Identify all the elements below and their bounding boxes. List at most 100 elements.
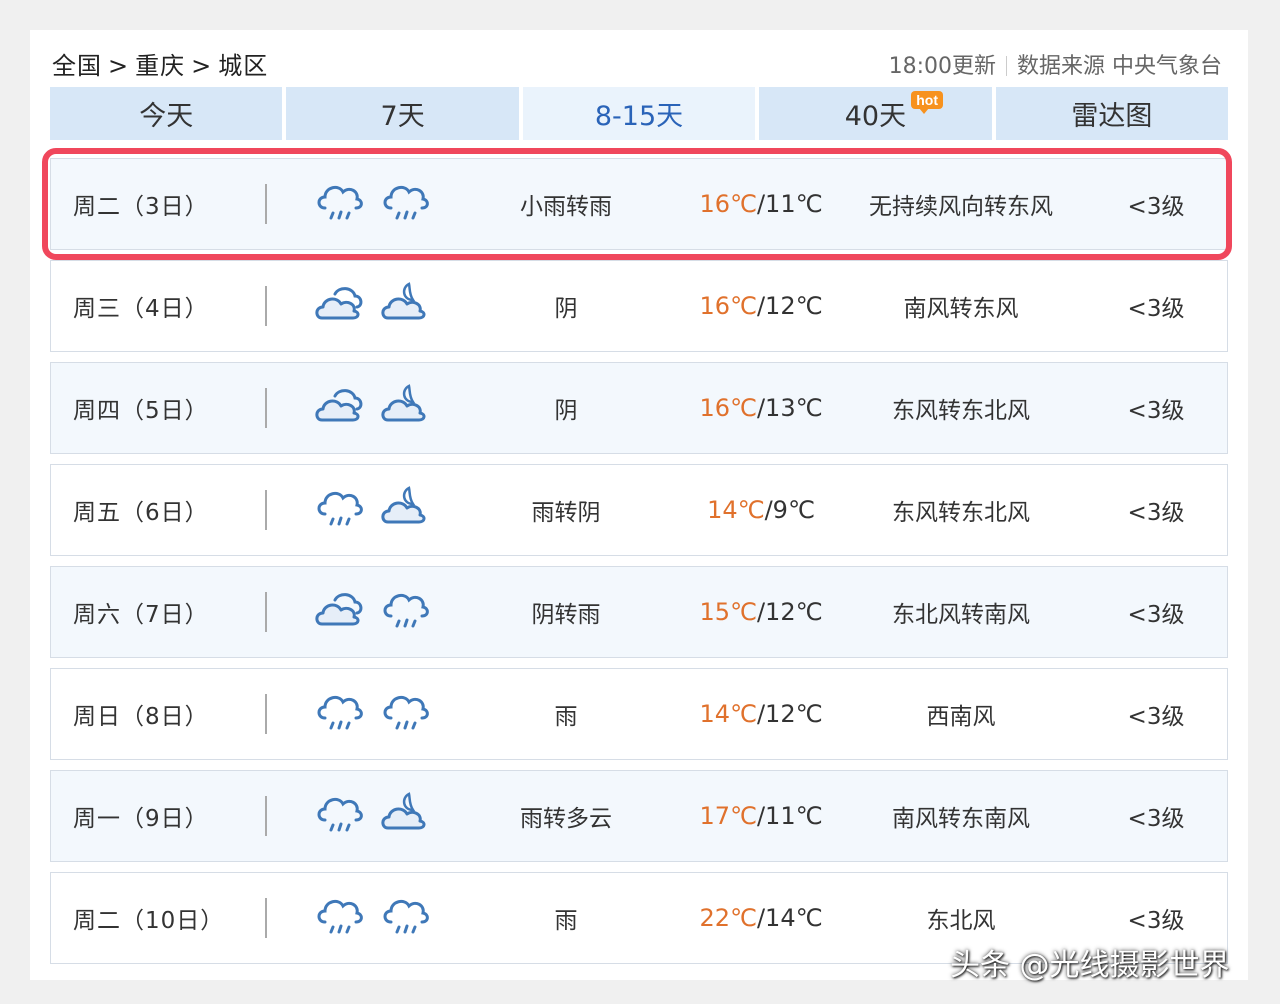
rain-cloud-icon — [379, 688, 431, 740]
tab-40days[interactable]: 40天 hot — [759, 87, 992, 140]
weather-icons — [313, 771, 431, 861]
wind-level: <3级 — [1127, 500, 1185, 526]
rain-cloud-icon — [313, 892, 365, 944]
breadcrumb-country[interactable]: 全国 — [52, 52, 102, 80]
tab-radar[interactable]: 雷达图 — [995, 87, 1229, 140]
breadcrumb-separator: > — [108, 52, 130, 80]
temp-slash: / — [756, 292, 766, 320]
temp-low: 12℃ — [765, 598, 823, 626]
divider — [265, 898, 267, 938]
divider — [265, 286, 267, 326]
forecast-row[interactable]: 周四（5日） 阴 16℃/13℃ 东风转东北风 <3级 — [50, 362, 1228, 454]
wind-level: <3级 — [1127, 704, 1185, 730]
tab-8-15days[interactable]: 8-15天 — [522, 87, 756, 140]
wind-level: <3级 — [1127, 296, 1185, 322]
wind-direction: 南风转东风 — [903, 296, 1019, 322]
wind-direction: 东北风转南风 — [892, 602, 1030, 628]
temperature: 17℃/11℃ — [661, 771, 861, 861]
cloud-moon-icon — [379, 382, 431, 434]
forecast-date: 周二（10日） — [73, 908, 225, 934]
divider — [1006, 56, 1007, 76]
overcast-icon — [313, 586, 365, 638]
temp-low: 9℃ — [772, 496, 815, 524]
tab-label: 今天 — [139, 101, 194, 132]
weather-icons — [313, 567, 431, 657]
tab-label: 7天 — [380, 101, 425, 132]
weather-icons — [313, 465, 431, 555]
data-source: 18:00更新 数据来源 中央气象台 — [889, 48, 1222, 80]
tab-label: 雷达图 — [1071, 101, 1153, 132]
rain-cloud-icon — [379, 892, 431, 944]
temp-high: 22℃ — [699, 904, 757, 932]
temp-low: 11℃ — [765, 802, 823, 830]
wind-level: <3级 — [1127, 398, 1185, 424]
weather-desc: 雨 — [554, 908, 578, 934]
rain-cloud-icon — [313, 484, 365, 536]
forecast-date: 周一（9日） — [73, 806, 209, 832]
forecast-row[interactable]: 周六（7日） 阴转雨 15℃/12℃ 东北风转南风 <3级 — [50, 566, 1228, 658]
temp-high: 14℃ — [699, 700, 757, 728]
highlight-box — [42, 148, 1232, 260]
temp-slash: / — [756, 598, 766, 626]
temp-slash: / — [764, 496, 773, 524]
wind-level: <3级 — [1127, 602, 1185, 628]
tab-label: 8-15天 — [594, 101, 684, 132]
update-time: 18:00更新 — [888, 54, 996, 79]
rain-cloud-icon — [313, 790, 365, 842]
forecast-row[interactable]: 周五（6日） 雨转阴 14℃/9℃ 东风转东北风 <3级 — [50, 464, 1228, 556]
watermark: 头条 @光线摄影世界 — [950, 948, 1230, 983]
cloud-moon-icon — [379, 790, 431, 842]
temperature: 14℃/9℃ — [661, 465, 861, 555]
breadcrumb-city[interactable]: 重庆 — [135, 52, 185, 80]
weather-icons — [313, 873, 431, 963]
divider — [265, 694, 267, 734]
temp-low: 12℃ — [765, 700, 823, 728]
breadcrumb-separator: > — [191, 52, 213, 80]
temp-low: 12℃ — [765, 292, 823, 320]
weather-desc: 阴转雨 — [531, 602, 601, 628]
temp-slash: / — [756, 904, 766, 932]
temp-slash: / — [756, 394, 766, 422]
wind-direction: 南风转东南风 — [892, 806, 1030, 832]
weather-desc: 阴 — [554, 398, 578, 424]
temperature: 14℃/12℃ — [661, 669, 861, 759]
temp-high: 16℃ — [699, 292, 757, 320]
forecast-row[interactable]: 周三（4日） 阴 16℃/12℃ 南风转东风 <3级 — [50, 260, 1228, 352]
forecast-date: 周四（5日） — [73, 398, 209, 424]
forecast-tabs: 今天 7天 8-15天 40天 hot 雷达图 — [50, 87, 1229, 140]
cloud-moon-icon — [379, 280, 431, 332]
divider — [265, 490, 267, 530]
divider — [265, 796, 267, 836]
forecast-row[interactable]: 周一（9日） 雨转多云 17℃/11℃ 南风转东南风 <3级 — [50, 770, 1228, 862]
temperature: 15℃/12℃ — [661, 567, 861, 657]
hot-badge: hot — [911, 91, 943, 114]
forecast-date: 周三（4日） — [73, 296, 209, 322]
temp-low: 13℃ — [765, 394, 823, 422]
temp-high: 15℃ — [699, 598, 757, 626]
temp-slash: / — [756, 700, 766, 728]
weather-icons — [313, 261, 431, 351]
wind-direction: 东风转东北风 — [892, 398, 1030, 424]
tab-label: 40天 — [844, 101, 907, 132]
wind-direction: 西南风 — [926, 704, 996, 730]
forecast-date: 周五（6日） — [73, 500, 209, 526]
temp-high: 17℃ — [699, 802, 757, 830]
temp-high: 16℃ — [699, 394, 757, 422]
forecast-row[interactable]: 周日（8日） 雨 14℃/12℃ 西南风 <3级 — [50, 668, 1228, 760]
weather-icons — [313, 669, 431, 759]
tab-7days[interactable]: 7天 — [286, 87, 519, 140]
temp-high: 14℃ — [707, 496, 765, 524]
cloud-moon-icon — [379, 484, 431, 536]
overcast-icon — [313, 280, 365, 332]
breadcrumb-district: 城区 — [218, 52, 269, 80]
rain-cloud-icon — [379, 586, 431, 638]
breadcrumb: 全国 > 重庆 > 城区 — [52, 46, 268, 81]
tab-today[interactable]: 今天 — [50, 87, 283, 140]
temperature: 16℃/13℃ — [661, 363, 861, 453]
divider — [265, 388, 267, 428]
forecast-date: 周六（7日） — [73, 602, 209, 628]
temp-slash: / — [756, 802, 766, 830]
weather-icons — [313, 363, 431, 453]
wind-level: <3级 — [1127, 806, 1185, 832]
weather-desc: 雨转多云 — [520, 806, 612, 832]
